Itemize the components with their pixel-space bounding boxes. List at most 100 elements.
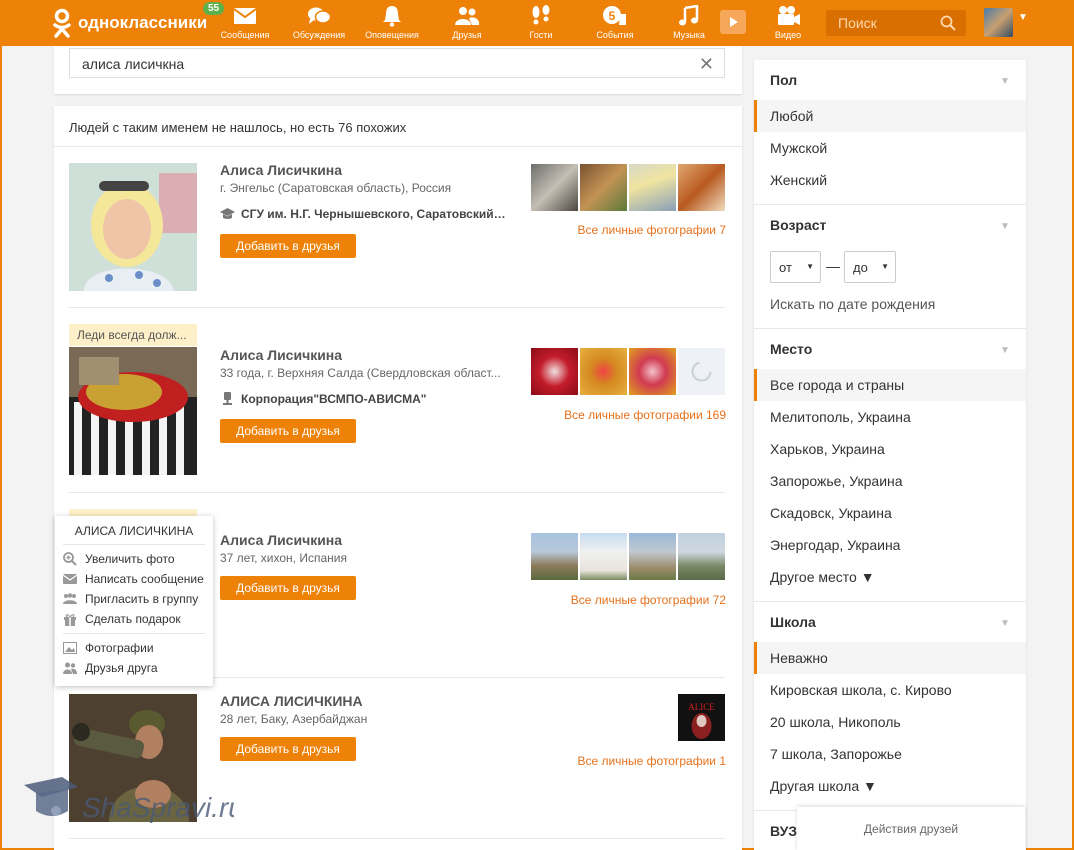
filter-school-any[interactable]: Неважно [754,642,1026,674]
people-search-input[interactable]: алиса лисичкна ✕ [69,48,725,78]
global-search-input[interactable]: Поиск [826,10,966,36]
person-name[interactable]: Алиса Лисичкина [220,162,342,178]
chevron-down-icon[interactable]: ▼ [1000,76,1010,87]
search-query-text: алиса лисичкна [82,56,185,72]
nav-label: Оповещения [365,30,419,40]
photo-thumbnail[interactable] [580,533,627,580]
search-placeholder: Поиск [838,15,877,31]
popup-item-label: Пригласить в группу [85,592,199,606]
nav-label: События [596,30,634,40]
chevron-down-icon[interactable]: ▼ [1000,221,1010,232]
person-name[interactable]: Алиса Лисичкина [220,347,342,363]
clear-icon[interactable]: ✕ [699,54,714,75]
photo-thumbnail[interactable] [580,164,627,211]
user-avatar[interactable] [984,8,1013,37]
filter-school-option[interactable]: 20 школа, Никополь [754,706,1026,738]
person-name[interactable]: Алиса Лисичкина [220,532,342,548]
music-play-button[interactable] [720,10,746,34]
nav-label: Обсуждения [292,30,346,40]
filter-place-option[interactable]: Запорожье, Украина [754,465,1026,497]
add-friend-button[interactable]: Добавить в друзья [220,234,356,258]
all-photos-link[interactable]: Все личные фотографии 169 [531,408,726,422]
filter-school-title[interactable]: Школа [770,614,816,630]
filter-place-title[interactable]: Место [770,341,812,357]
popup-photos[interactable]: Фотографии [55,638,213,658]
photo-thumbnail[interactable] [531,348,578,395]
nav-notifications[interactable]: Оповещения [361,5,423,40]
filter-gender-female[interactable]: Женский [754,164,1026,196]
popup-item-label: Написать сообщение [85,572,204,586]
divider [69,492,725,493]
nav-label: Гости [529,30,553,40]
photo-thumbnail[interactable] [678,348,725,395]
photo-thumbnail[interactable] [678,164,725,211]
filter-place-option[interactable]: Энергодар, Украина [754,529,1026,561]
nav-video[interactable]: Видео [757,5,819,40]
photo-thumbnail[interactable] [678,533,725,580]
age-to-select[interactable]: до ▼ [844,251,896,283]
chevron-down-icon[interactable]: ▼ [1000,345,1010,356]
nav-discussions[interactable]: Обсуждения [287,5,351,40]
nav-label: Друзья [452,30,482,40]
filter-school-option[interactable]: Кировская школа, с. Кирово [754,674,1026,706]
nav-guests[interactable]: Гости [510,5,572,40]
all-photos-link[interactable]: Все личные фотографии 7 [531,223,726,237]
svg-text:5: 5 [609,9,616,23]
filter-age-title[interactable]: Возраст [770,217,826,233]
all-photos-link[interactable]: Все личные фотографии 1 [531,754,726,768]
filter-place-all[interactable]: Все города и страны [754,369,1026,401]
popup-zoom-photo[interactable]: Увеличить фото [55,549,213,569]
nav-events[interactable]: 5 События [584,5,646,40]
ok-logo[interactable]: одноклассники [52,8,207,38]
photo-thumbnail[interactable] [629,533,676,580]
footprints-icon [532,5,550,25]
filter-place-option[interactable]: Харьков, Украина [754,433,1026,465]
popup-invite-group[interactable]: Пригласить в группу [55,589,213,609]
all-photos-link[interactable]: Все личные фотографии 72 [531,593,726,607]
person-photo-image [69,347,197,475]
photo-thumbnail[interactable] [629,164,676,211]
nav-friends[interactable]: Друзья [436,5,498,40]
photo-thumbnail[interactable] [580,348,627,395]
popup-friends-of-friend[interactable]: Друзья друга [55,658,213,678]
age-from-select[interactable]: от ▼ [770,251,821,283]
friends-actions-panel[interactable]: Действия друзей [797,807,1025,850]
ok-logo-icon [52,8,72,38]
filter-gender-title[interactable]: Пол [770,72,797,88]
filter-school-other[interactable]: Другая школа ▼ [754,770,1026,802]
person-photo[interactable] [69,347,197,475]
person-work: Корпорация"ВСМПО-АВИСМА" [220,392,510,406]
add-friend-button[interactable]: Добавить в друзья [220,419,356,443]
nav-label: Сообщения [220,30,270,40]
popup-send-message[interactable]: Написать сообщение [55,569,213,589]
search-by-birthdate-link[interactable]: Искать по дате рождения [770,296,935,312]
photo-thumbnail[interactable] [531,533,578,580]
chevron-down-icon[interactable]: ▼ [1000,618,1010,629]
nav-music[interactable]: Музыка [658,5,720,40]
loading-spinner-icon [691,361,712,382]
group-icon [63,593,77,604]
filter-gender-any[interactable]: Любой [754,100,1026,132]
nav-messages[interactable]: Сообщения [214,5,276,40]
filter-place-other[interactable]: Другое место ▼ [754,561,1026,593]
status-note[interactable]: Леди всегда долж... [69,324,197,346]
photo-thumbnail[interactable] [629,348,676,395]
filter-university-title[interactable]: ВУЗ [770,823,797,839]
chat-bubbles-icon [308,7,332,24]
person-photo[interactable] [69,163,197,291]
filter-place-option[interactable]: Скадовск, Украина [754,497,1026,529]
filter-gender-male[interactable]: Мужской [754,132,1026,164]
add-friend-button[interactable]: Добавить в друзья [220,576,356,600]
photo-thumbnail[interactable] [531,164,578,211]
chevron-down-icon[interactable]: ▼ [1018,12,1028,23]
person-name[interactable]: АЛИСА ЛИСИЧКИНА [220,693,363,709]
watermark-text: ShaSpravi.ru [82,792,234,823]
filter-place-option[interactable]: Мелитополь, Украина [754,401,1026,433]
popup-send-gift[interactable]: Сделать подарок [55,609,213,629]
filter-school-option[interactable]: 7 школа, Запорожье [754,738,1026,770]
envelope-icon [233,8,257,24]
add-friend-button[interactable]: Добавить в друзья [220,737,356,761]
person-education-text: СГУ им. Н.Г. Чернышевского, Саратовский… [241,207,506,221]
popup-item-label: Сделать подарок [85,612,181,626]
photo-thumbnail[interactable]: ALICE [678,694,725,741]
